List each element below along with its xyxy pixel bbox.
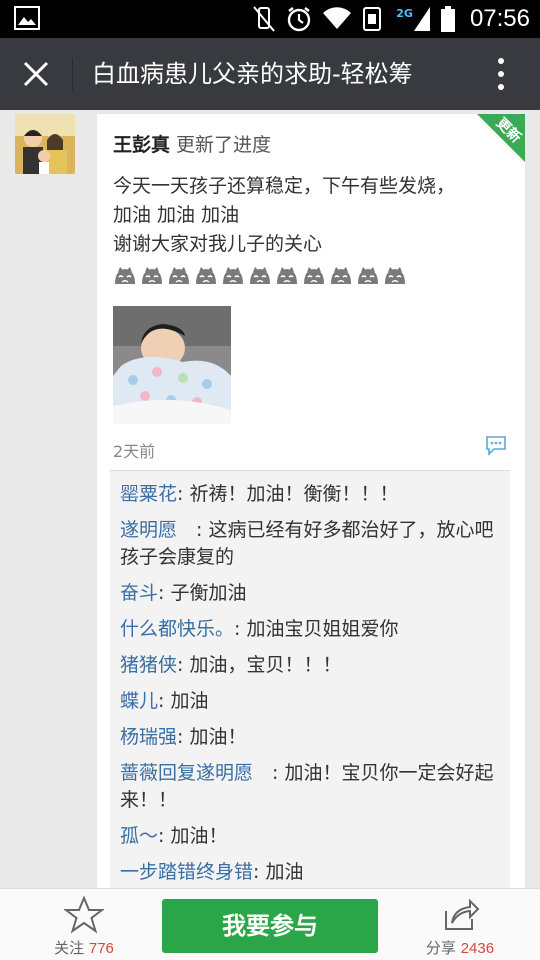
comment-separator: : [234,618,247,640]
post-timestamp: 2天前 [113,442,156,461]
comment-item[interactable]: 猪猪侠: 加油，宝贝！！！ [120,652,500,679]
post-line: 谢谢大家对我儿子的关心 [113,233,323,255]
join-button[interactable]: 我要参与 [162,899,378,953]
comment-item[interactable]: 奋斗: 子衡加油 [120,580,500,607]
share-text: 分享 [425,939,456,957]
share-button[interactable]: 分享 2436 [410,895,510,958]
battery-icon [440,6,455,32]
comment-separator: : [177,726,190,748]
commenter-name[interactable]: 蔷薇回复遂明愿 [120,762,253,784]
comment-text: 加油 [170,690,209,712]
post-line: 今天一天孩子还算稳定，下午有些发烧， [113,175,456,197]
follow-button[interactable]: 关注 776 [44,895,124,958]
update-badge: 更新 [477,114,525,162]
comment-separator: : [158,825,171,847]
comment-text: 加油！ [189,726,247,748]
sad-face-icon [385,267,405,284]
signal-strength-icon: 2G [396,7,430,31]
title-bar: 白血病患儿父亲的求助-轻松筹 [0,38,540,110]
comment-text: 加油！ [170,825,228,847]
sad-face-icon [304,267,324,284]
comment-item[interactable]: 蔷薇回复遂明愿 : 加油！宝贝你一定会好起来！！ [120,760,500,814]
comment-item[interactable]: 杨瑞强: 加油！ [120,724,500,751]
more-dot-icon [498,84,504,90]
commenter-name[interactable]: 一步踏错终身错 [120,861,253,883]
close-icon [23,61,49,87]
sim-data-icon [363,7,382,31]
sad-face-icon [115,267,135,284]
sad-face-icon [142,267,162,284]
comment-item[interactable]: 罂粟花: 祈祷！加油！衡衡！！！ [120,481,500,508]
comment-separator: : [177,483,190,505]
follow-count: 776 [88,940,114,957]
post-body: 今天一天孩子还算稳定，下午有些发烧， 加油 加油 加油 谢谢大家对我儿子的关心 [113,172,513,259]
comment-icon[interactable] [485,434,507,456]
share-label: 分享 2436 [410,937,510,958]
star-icon [64,895,104,934]
post-line: 加油 加油 加油 [113,204,240,226]
status-bar: 2G 07:56 [0,0,540,38]
comment-item[interactable]: 遂明愿 : 这病已经有好多都治好了，放心吧孩子会康复的 [120,517,500,571]
share-count: 2436 [460,940,495,957]
wifi-icon [323,7,352,29]
comment-text: 加油 [265,861,304,883]
comment-item[interactable]: 孤～: 加油！ [120,823,500,850]
bottom-action-bar: 关注 776 我要参与 分享 2436 [0,888,540,960]
follow-label: 关注 776 [44,937,124,958]
share-icon [445,898,480,930]
comment-text: 子衡加油 [170,582,247,604]
comment-separator: : [253,861,266,883]
comment-separator: : [158,582,171,604]
comment-item[interactable]: 什么都快乐。: 加油宝贝姐姐爱你 [120,616,500,643]
sad-face-icon [223,267,243,284]
title-divider [72,58,73,90]
comment-separator: : [177,519,209,541]
commenter-name[interactable]: 什么都快乐。 [120,618,234,640]
comment-separator: : [158,690,171,712]
alarm-icon [288,7,311,32]
commenter-name[interactable]: 奋斗 [120,582,158,604]
comment-text: 加油，宝贝！！！ [189,654,342,676]
sad-face-icon [196,267,216,284]
comment-text: 加油宝贝姐姐爱你 [246,618,399,640]
post-action: 更新了进度 [176,134,272,156]
comment-separator: : [177,654,190,676]
comment-list: 罂粟花: 祈祷！加油！衡衡！！！ 遂明愿 : 这病已经有好多都治好了，放心吧孩子会… [110,470,510,890]
comment-item[interactable]: 蝶儿: 加油 [120,688,500,715]
network-type-label: 2G [396,7,413,20]
avatar-photo [15,114,75,174]
sad-face-icon [250,267,270,284]
commenter-name[interactable]: 罂粟花 [120,483,177,505]
more-dot-icon [498,58,504,64]
sad-face-icon [331,267,351,284]
commenter-name[interactable]: 遂明愿 [120,519,177,541]
feed-content[interactable]: 更新 王彭真 更新了进度 今天一天孩子还算稳定，下午有些发烧， 加油 加油 加油 … [0,110,540,890]
post-header: 王彭真 更新了进度 [113,130,271,157]
author-avatar[interactable] [15,114,75,174]
close-button[interactable] [14,54,58,94]
sad-face-icon [358,267,378,284]
clock: 07:56 [469,5,530,32]
page-title: 白血病患儿父亲的求助-轻松筹 [92,60,413,88]
comment-text: 祈祷！加油！衡衡！！！ [189,483,399,505]
emoji-row [113,264,407,286]
sleeping-child-photo [113,306,231,424]
follow-text: 关注 [54,939,85,957]
update-card: 更新 王彭真 更新了进度 今天一天孩子还算稳定，下午有些发烧， 加油 加油 加油 … [97,114,525,890]
image-notification-icon [14,6,40,30]
post-photo[interactable] [113,306,231,424]
sad-face-icon [169,267,189,284]
commenter-name[interactable]: 蝶儿 [120,690,158,712]
sad-face-icon [277,267,297,284]
comment-item[interactable]: 一步踏错终身错: 加油 [120,859,500,886]
comment-separator: : [253,762,285,784]
commenter-name[interactable]: 孤～ [120,825,158,847]
commenter-name[interactable]: 猪猪侠 [120,654,177,676]
commenter-name[interactable]: 杨瑞强 [120,726,177,748]
more-options-button[interactable] [486,56,516,92]
more-dot-icon [498,71,504,77]
author-name[interactable]: 王彭真 [113,134,170,156]
vibrate-off-icon [253,6,276,32]
